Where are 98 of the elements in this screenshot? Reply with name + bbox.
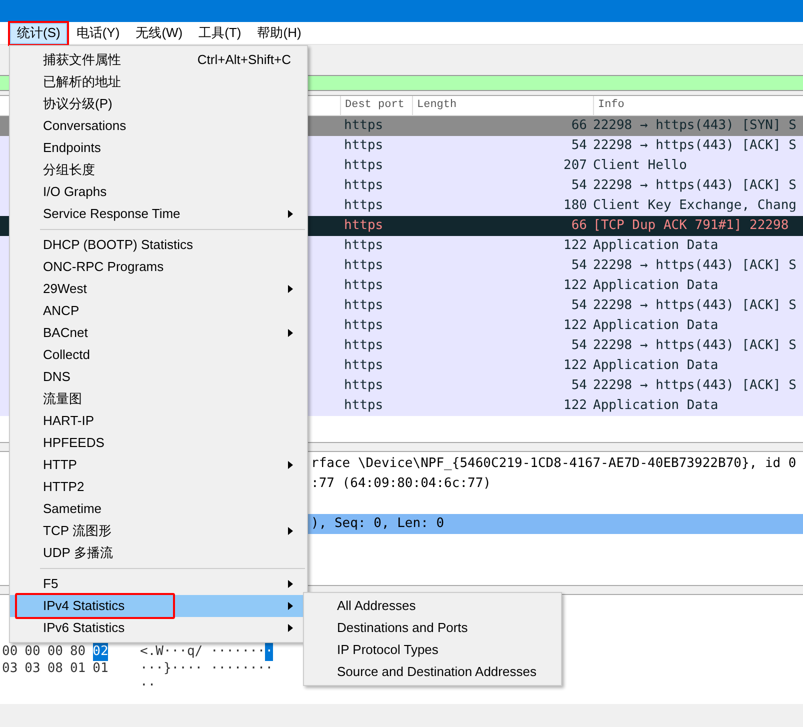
submenu-arrow-icon (288, 210, 293, 218)
table-cell-text: 54 (570, 377, 588, 396)
table-cell-text: 122 (562, 397, 588, 416)
submenu-arrow-icon (288, 285, 293, 293)
ascii-text: ·· (140, 676, 156, 695)
menu-bar-item[interactable]: 无线(W) (128, 22, 190, 44)
table-cell-text: Application Data (592, 277, 720, 296)
menu-item[interactable]: 捕获文件属性 Ctrl+Alt+Shift+C (10, 49, 307, 71)
menu-item[interactable]: UDP 多播流 (10, 542, 307, 564)
table-cell-text: 22298 → https(443) [ACK] S (592, 137, 798, 156)
menu-item[interactable]: HTTP2 (10, 476, 307, 498)
table-cell-text: 66 (570, 117, 588, 136)
menu-item[interactable]: HTTP (10, 454, 307, 476)
submenu-arrow-icon (288, 624, 293, 632)
table-cell-text: https (343, 237, 384, 256)
table-cell-text: 207 (562, 157, 588, 176)
submenu-arrow-icon (288, 602, 293, 610)
menu-item[interactable]: ONC-RPC Programs (10, 256, 307, 278)
table-cell-text: https (343, 157, 384, 176)
table-cell-text: https (343, 397, 384, 416)
hex-byte: 80 (70, 642, 86, 661)
table-cell-text: 22298 → https(443) [ACK] S (592, 257, 798, 276)
column-header[interactable]: Info (593, 96, 803, 115)
hex-byte: 03 (2, 660, 18, 678)
hex-byte: 03 (24, 660, 40, 678)
table-cell-text: Application Data (592, 317, 720, 336)
table-cell-text: 54 (570, 137, 588, 156)
menu-item[interactable]: IPv6 Statistics (10, 617, 307, 639)
table-cell-text: https (343, 317, 384, 336)
table-cell-text: 122 (562, 357, 588, 376)
ascii-text: · (265, 642, 274, 662)
menu-item[interactable]: F5 (10, 573, 307, 595)
table-cell-text: https (343, 337, 384, 356)
menu-item[interactable]: HPFEEDS (10, 432, 307, 454)
detail-row[interactable]: ), Seq: 0, Len: 0 (308, 514, 803, 534)
menu-item[interactable]: Source and Destination Addresses (304, 661, 561, 683)
table-cell-text: 22298 → https(443) [ACK] S (592, 377, 798, 396)
table-cell-text: Application Data (592, 357, 720, 376)
table-cell-text: 122 (562, 237, 588, 256)
menu-item[interactable]: All Addresses (304, 595, 561, 617)
table-cell-text: Client Hello (592, 157, 688, 176)
menu-bar-item[interactable]: 电话(Y) (69, 22, 127, 44)
table-cell-text: Application Data (592, 237, 720, 256)
table-cell-text: https (343, 197, 384, 216)
table-cell-text: https (343, 177, 384, 196)
menu-bar-item[interactable]: 帮助(H) (250, 22, 308, 44)
hex-byte: 02 (92, 642, 108, 662)
hex-byte: 00 (2, 642, 18, 661)
hex-byte: 01 (70, 660, 86, 678)
submenu-arrow-icon (288, 580, 293, 588)
table-cell-text: https (343, 277, 384, 296)
table-cell-text: https (343, 217, 384, 236)
menu-item[interactable]: TCP 流图形 (10, 520, 307, 542)
table-cell-text: https (343, 137, 384, 156)
column-header[interactable]: Dest port (340, 96, 412, 115)
detail-row[interactable]: :77 (64:09:80:04:6c:77) (308, 474, 803, 494)
ascii-text: ···}···· ········ (140, 660, 274, 678)
table-cell-text: 54 (570, 257, 588, 276)
detail-text: ), Seq: 0, Len: 0 (311, 515, 444, 534)
menu-item[interactable]: 协议分级(P) (10, 93, 307, 115)
detail-text: :77 (64:09:80:04:6c:77) (311, 475, 492, 494)
table-cell-text: https (343, 297, 384, 316)
table-cell-text: 66 (570, 217, 588, 236)
table-cell-text: https (343, 257, 384, 276)
table-cell-text: Application Data (592, 397, 720, 416)
table-cell-text: [TCP Dup ACK 791#1] 22298 (592, 217, 790, 236)
table-cell-text: 54 (570, 337, 588, 356)
table-cell-text: 22298 → https(443) [ACK] S (592, 297, 798, 316)
submenu-arrow-icon (288, 329, 293, 337)
column-header[interactable]: Length (412, 96, 593, 115)
table-cell-text: 22298 → https(443) [ACK] S (592, 337, 798, 356)
table-cell-text: 54 (570, 297, 588, 316)
submenu-arrow-icon (288, 527, 293, 535)
menu-bar-item[interactable]: 工具(T) (192, 22, 248, 44)
table-cell-text: Client Key Exchange, Chang (592, 197, 798, 216)
table-cell-text: 180 (562, 197, 588, 216)
table-cell-text: 22298 → https(443) [ACK] S (592, 177, 798, 196)
menu-item[interactable]: Conversations (10, 115, 307, 137)
submenu-arrow-icon (288, 461, 293, 469)
menu-item[interactable]: 已解析的地址 (10, 71, 307, 93)
table-cell-text: https (343, 357, 384, 376)
table-cell-text: https (343, 377, 384, 396)
table-cell-text: 122 (562, 277, 588, 296)
table-cell-text: 122 (562, 317, 588, 336)
hex-byte: 01 (92, 660, 108, 678)
menu-item[interactable]: Destinations and Ports (304, 617, 561, 639)
ascii-text: <.W···q/ ······· (140, 642, 266, 661)
table-cell-text: 22298 → https(443) [SYN] S (592, 117, 798, 136)
menu-item[interactable]: DHCP (BOOTP) Statistics (10, 234, 307, 256)
menu-bar-item[interactable]: 统计(S) (10, 22, 68, 44)
table-cell-text: 54 (570, 177, 588, 196)
hex-byte: 08 (47, 660, 63, 678)
menu-item[interactable]: Sametime (10, 498, 307, 520)
menu-item[interactable]: Endpoints (10, 137, 307, 159)
hex-byte: 00 (24, 642, 40, 661)
menu-item[interactable]: IP Protocol Types (304, 639, 561, 661)
table-cell-text: https (343, 117, 384, 136)
hex-byte: 00 (47, 642, 63, 661)
